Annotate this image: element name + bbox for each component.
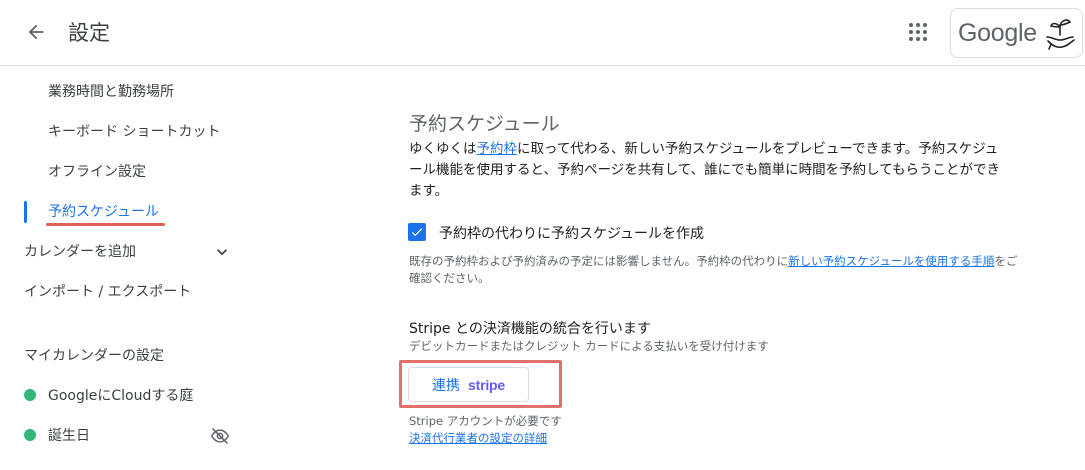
connect-stripe-button[interactable]: 連携 stripe <box>408 367 529 402</box>
settings-content: 予約スケジュール ゆくゆくは予約枠に取って代わる、新しい予約スケジュールをプレビ… <box>380 67 1085 470</box>
stripe-logo: stripe <box>468 376 505 393</box>
payment-processor-details-link[interactable]: 決済代行業者の設定の詳細 <box>409 430 547 446</box>
sidebar-item-working-hours[interactable]: 業務時間と勤務場所 <box>48 81 174 101</box>
calendar-color-dot <box>24 429 36 441</box>
page-title: 設定 <box>68 21 110 45</box>
create-schedule-checkbox[interactable] <box>408 223 426 241</box>
sidebar-item-add-calendar[interactable]: カレンダーを追加 <box>24 241 136 261</box>
my-calendars-heading: マイカレンダーの設定 <box>24 348 164 364</box>
apps-grid-icon <box>909 23 927 41</box>
checkbox-note: 既存の予約枠および予約済みの予定には影響しません。予約枠の代わりに新しい予約スケ… <box>409 253 1021 287</box>
settings-sidebar: 業務時間と勤務場所 キーボード ショートカット オフライン設定 予約スケジュール… <box>0 67 380 470</box>
section-title: 予約スケジュール <box>409 113 560 135</box>
sidebar-item-import-export[interactable]: インポート / エクスポート <box>24 281 191 301</box>
visibility-off-icon[interactable] <box>210 426 230 446</box>
arrow-back-icon <box>28 24 44 40</box>
new-schedule-steps-link[interactable]: 新しい予約スケジュールを使用する手順 <box>788 254 994 268</box>
connect-label: 連携 <box>432 377 461 394</box>
note-text: 既存の予約枠および予約済みの予定には影響しません。予約枠の代わりに <box>409 254 789 268</box>
sidebar-calendar-garden[interactable]: GoogleにCloudする庭 <box>48 385 193 405</box>
stripe-section-subtitle: デビットカードまたはクレジット カードによる支払いを受け付けます <box>409 339 769 353</box>
checkbox-label[interactable]: 予約枠の代わりに予約スケジュールを作成 <box>439 223 704 243</box>
apps-button[interactable] <box>900 14 936 50</box>
payment-processor-details-link-text[interactable]: 決済代行業者の設定の詳細 <box>409 431 547 445</box>
calendar-color-dot <box>24 389 36 401</box>
stripe-section-title: Stripe との決済機能の統合を行います <box>409 321 651 337</box>
account-brand-badge[interactable]: Google <box>950 8 1083 58</box>
plant-in-hand-icon <box>1046 19 1075 50</box>
sidebar-item-offline[interactable]: オフライン設定 <box>48 161 146 181</box>
desc-text: ゆくゆくは <box>409 141 477 157</box>
top-app-bar: 設定 Google <box>0 0 1085 66</box>
stripe-account-required-text: Stripe アカウントが必要です <box>409 414 562 428</box>
brand-wordmark: Google <box>958 18 1037 47</box>
section-description: ゆくゆくは予約枠に取って代わる、新しい予約スケジュールをプレビューできます。予約… <box>409 139 1009 202</box>
back-button[interactable] <box>18 14 54 50</box>
check-icon <box>411 228 423 237</box>
sidebar-item-keyboard-shortcuts[interactable]: キーボード ショートカット <box>48 121 220 141</box>
appointment-slots-link[interactable]: 予約枠 <box>477 141 518 157</box>
sidebar-calendar-birthdays[interactable]: 誕生日 <box>48 425 90 445</box>
chevron-down-icon[interactable] <box>212 242 232 262</box>
active-indicator <box>24 201 27 223</box>
sidebar-item-appointment-schedule[interactable]: 予約スケジュール <box>48 201 159 221</box>
annotation-underline <box>46 223 165 226</box>
